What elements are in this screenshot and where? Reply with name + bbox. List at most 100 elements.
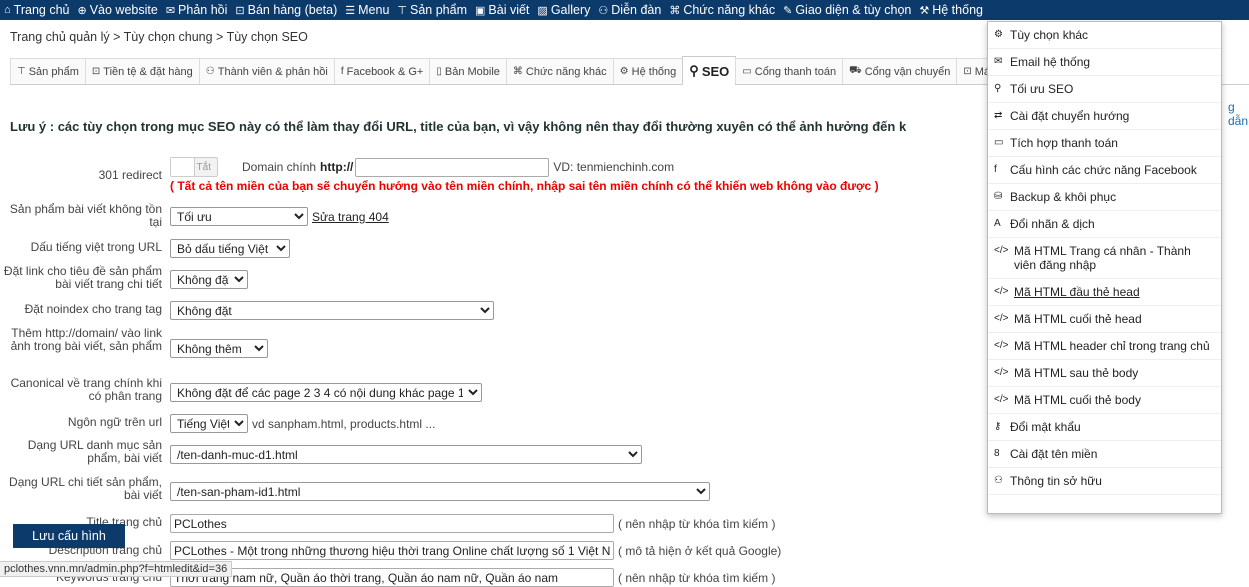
menu-item-backup[interactable]: ⛁ Backup & khôi phục — [988, 184, 1221, 211]
menu-item-label: Mã HTML sau thẻ body — [1014, 366, 1139, 380]
users-icon: ⚇ — [598, 4, 609, 17]
tab-other-features[interactable]: ⌘ Chức năng khác — [505, 58, 614, 84]
menu-icon: ☰ — [345, 4, 356, 17]
save-config-button[interactable]: Lưu cấu hình — [13, 524, 125, 548]
home-keywords-input[interactable]: Thời trang nam nữ, Quần áo thời trang, Q… — [170, 568, 614, 587]
nav-label: Trang chủ — [13, 3, 70, 17]
nav-item-menu[interactable]: ☰ Menu — [345, 3, 389, 17]
row-noindex: Đặt noindex cho trang tag Không đặt — [0, 301, 494, 320]
title-link-select[interactable]: Không đặt — [170, 270, 248, 289]
tab-label: Chức năng khác — [525, 65, 607, 78]
home-title-input[interactable]: PCLothes — [170, 514, 614, 533]
menu-item-label: Mã HTML Trang cá nhân - Thành viên đăng … — [1014, 244, 1191, 272]
tab-system[interactable]: ⚙ Hệ thống — [612, 58, 684, 84]
menu-item-seo[interactable]: ⚲ Tối ưu SEO — [988, 76, 1221, 103]
not-found-select[interactable]: Tối ưu — [170, 207, 308, 226]
menu-item-html-header-home[interactable]: </> Mã HTML header chỉ trong trang chủ — [988, 333, 1221, 360]
home-icon: ⌂ — [4, 4, 11, 16]
nav-item-sales[interactable]: ⊡ Bán hàng (beta) — [235, 3, 337, 17]
menu-item-facebook[interactable]: f Cấu hình các chức năng Facebook — [988, 157, 1221, 184]
menu-item-html-head-end[interactable]: </> Mã HTML cuối thẻ head — [988, 306, 1221, 333]
home-description-hint: ( mô tả hiện ở kết quả Google) — [618, 543, 782, 558]
nav-label: Bài viết — [488, 3, 530, 17]
menu-item-redirect[interactable]: ⇄ Cài đặt chuyển hướng — [988, 103, 1221, 130]
field-label: Dấu tiếng việt trong URL — [30, 240, 162, 254]
nav-item-home[interactable]: ⌂ Trang chủ — [4, 3, 69, 17]
nav-item-forum[interactable]: ⚇ Diễn đàn — [598, 3, 661, 17]
field-label: Dạng URL danh mục sản phẩm, bài viết — [27, 438, 162, 465]
main-domain-input[interactable] — [355, 157, 550, 177]
home-keywords-hint: ( nên nhập từ khóa tìm kiếm ) — [618, 570, 776, 585]
tab-payment[interactable]: ▭ Cổng thanh toán — [735, 58, 844, 84]
gear-icon: ⚙ — [994, 29, 1003, 40]
truck-icon: ⛟ — [849, 65, 862, 76]
gallery-icon: ▨ — [537, 4, 548, 17]
redirect-warning: ( Tất cả tên miền của bạn sẽ chuyển hướn… — [170, 179, 879, 193]
tab-products[interactable]: ⊤ Sản phẩm — [10, 58, 86, 84]
tab-shipping[interactable]: ⛟ Cổng vận chuyển — [842, 58, 958, 84]
menu-item-other-options[interactable]: ⚙ Tùy chọn khác — [988, 22, 1221, 49]
tab-label: Facebook & G+ — [346, 65, 424, 78]
domain-images-select[interactable]: Không thêm — [170, 339, 268, 358]
menu-item-label: Đổi nhãn & dịch — [1010, 217, 1095, 231]
home-description-input[interactable]: PCLothes - Một trong những thương hiệu t… — [170, 541, 614, 560]
tab-label: Cổng vận chuyển — [864, 65, 951, 78]
translate-icon: A — [994, 218, 1001, 229]
redirect-toggle[interactable]: Tắt — [170, 157, 218, 177]
domain-prefix: http:// — [320, 160, 354, 174]
menu-item-change-password[interactable]: ⚷ Đổi mật khẩu — [988, 414, 1221, 441]
nav-label: Sản phẩm — [410, 3, 467, 17]
status-bar-url: pclothes.vnn.mn/admin.php?f=htmledit&id=… — [0, 561, 233, 577]
detail-url-select[interactable]: /ten-san-pham-id1.html — [170, 482, 710, 501]
tab-mobile[interactable]: ▯ Bản Mobile — [429, 58, 507, 84]
menu-item-html-body-end[interactable]: </> Mã HTML cuối thẻ body — [988, 387, 1221, 414]
tab-label: Thành viên & phản hồi — [217, 65, 328, 78]
menu-item-translate[interactable]: A Đổi nhãn & dịch — [988, 211, 1221, 238]
nav-item-other-features[interactable]: ⌘ Chức năng khác — [669, 3, 775, 17]
nav-item-website[interactable]: ⊕ Vào website — [77, 3, 157, 17]
url-accents-select[interactable]: Bỏ dấu tiếng Việt — [170, 239, 290, 258]
menu-item-payment[interactable]: ▭ Tích hợp thanh toán — [988, 130, 1221, 157]
system-dropdown-menu: ⚙ Tùy chọn khác ✉ Email hệ thống ⚲ Tối ưu S… — [987, 21, 1222, 514]
cart-icon: ⊡ — [91, 66, 101, 77]
menu-item-system-email[interactable]: ✉ Email hệ thống — [988, 49, 1221, 76]
menu-item-owner-info[interactable]: ⚇ Thông tin sở hữu — [988, 468, 1221, 495]
menu-item-domain[interactable]: 8 Cài đặt tên miền — [988, 441, 1221, 468]
menu-item-html-member[interactable]: </> Mã HTML Trang cá nhân - Thành viên đă… — [988, 238, 1221, 279]
nav-item-products[interactable]: ⊤ Sản phẩm — [397, 3, 467, 17]
url-language-select[interactable]: Tiếng Việt — [170, 414, 248, 433]
tab-label: Cổng thanh toán — [754, 65, 837, 78]
tab-facebook[interactable]: f Facebook & G+ — [333, 58, 431, 84]
nav-item-system[interactable]: ⚒ Hệ thống — [919, 3, 983, 17]
category-url-select[interactable]: /ten-danh-muc-d1.html — [170, 445, 642, 464]
tab-members[interactable]: ⚇ Thành viên & phản hồi — [198, 58, 335, 84]
tab-seo[interactable]: ⚲ SEO — [682, 56, 737, 85]
tab-currency[interactable]: ⊡ Tiền tệ & đặt hàng — [84, 58, 200, 84]
wrench-icon: ⚒ — [919, 4, 930, 17]
nav-item-feedback[interactable]: ✉ Phản hồi — [166, 3, 228, 17]
menu-item-html-head-start[interactable]: </> Mã HTML đầu thẻ head — [988, 279, 1221, 306]
brush-icon: ✎ — [783, 4, 793, 17]
field-label: Sản phẩm bài viết không tồn tại — [9, 202, 162, 229]
menu-item-html-body-start[interactable]: </> Mã HTML sau thẻ body — [988, 360, 1221, 387]
redirect-icon: ⇄ — [994, 110, 1003, 121]
canonical-select[interactable]: Không đặt để các page 2 3 4 có nội dung … — [170, 383, 482, 402]
noindex-select[interactable]: Không đặt — [170, 301, 494, 320]
tab-label: Sản phẩm — [28, 65, 79, 78]
breadcrumb: Trang chủ quản lý > Tùy chọn chung > Tùy… — [10, 30, 308, 44]
nav-item-theme[interactable]: ✎ Giao diện & tùy chọn — [783, 3, 911, 17]
edit-404-link[interactable]: Sửa trang 404 — [312, 210, 389, 224]
nav-item-gallery[interactable]: ▨ Gallery — [537, 3, 590, 17]
gear-icon: ⚙ — [619, 66, 629, 77]
search-icon: ⚲ — [994, 83, 1002, 94]
domain-icon: 8 — [994, 448, 1000, 459]
tab-label: SEO — [701, 63, 730, 79]
menu-item-label: Email hệ thống — [1010, 55, 1091, 69]
guide-link[interactable]: g dẫn — [1228, 100, 1249, 128]
nav-label: Vào website — [89, 3, 158, 17]
nav-item-articles[interactable]: ▣ Bài viết — [475, 3, 529, 17]
field-label: Canonical về trang chính khi có phân tra… — [10, 376, 162, 403]
toggle-state: Tắt — [196, 161, 211, 173]
row-301-redirect: 301 redirect Tắt Domain chính http:// VD… — [0, 157, 879, 193]
menu-item-label: Mã HTML cuối thẻ body — [1014, 393, 1141, 407]
